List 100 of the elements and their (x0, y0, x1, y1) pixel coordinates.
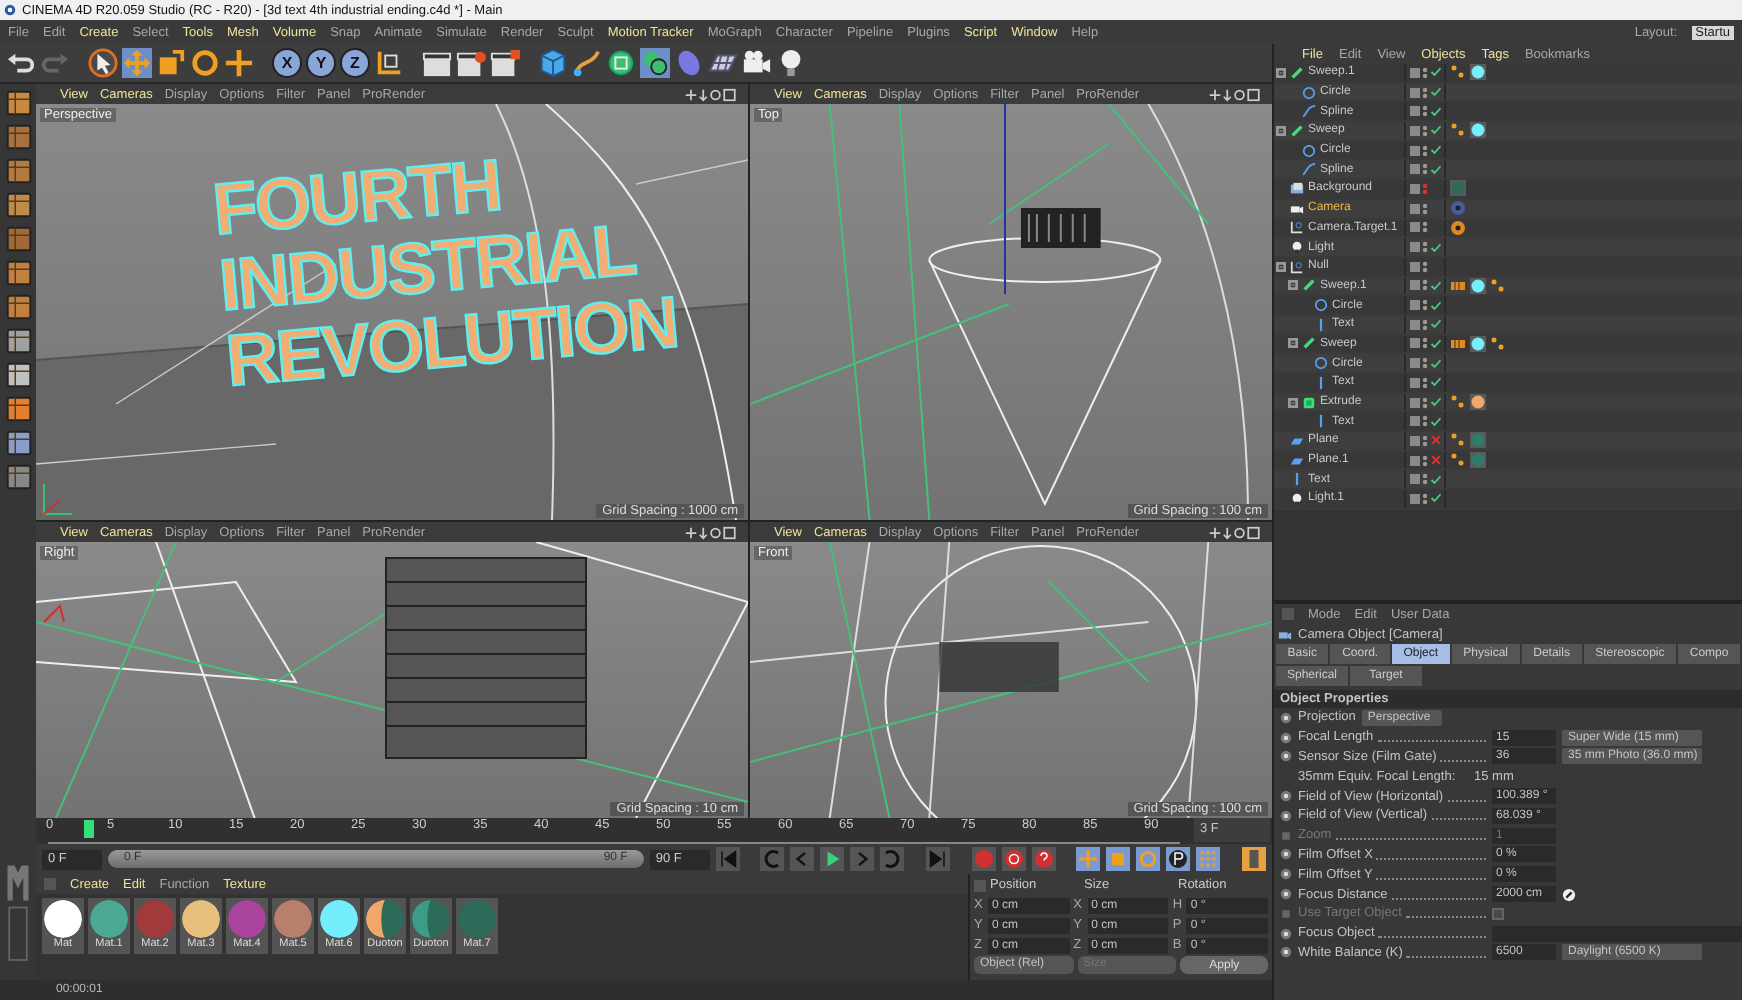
material-tag-icon[interactable] (1470, 394, 1486, 411)
skip-start-icon[interactable] (715, 846, 740, 872)
visibility-dots-icon[interactable] (1422, 298, 1428, 313)
scale-icon[interactable] (1106, 846, 1131, 872)
object-link-field[interactable] (1492, 925, 1742, 942)
viewport-controls-icon[interactable] (1206, 87, 1266, 101)
tag-icon[interactable] (1450, 200, 1466, 217)
dots-tag-icon[interactable] (1450, 432, 1466, 449)
cursor-icon[interactable] (88, 48, 118, 78)
visibility-dots-icon[interactable] (1422, 240, 1428, 255)
check-icon[interactable] (1430, 396, 1442, 409)
viewport-controls-icon[interactable] (682, 87, 742, 101)
check-icon[interactable] (1430, 376, 1442, 389)
check-icon[interactable] (1430, 124, 1442, 137)
dots-grid-icon[interactable] (1196, 846, 1221, 872)
visibility-dots-icon[interactable] (1422, 414, 1428, 429)
deformer-icon[interactable] (674, 48, 704, 78)
clapperboard-icon[interactable] (456, 48, 486, 78)
check-icon[interactable] (1430, 492, 1442, 505)
visibility-dots-icon[interactable] (1422, 356, 1428, 371)
playhead[interactable] (84, 820, 95, 838)
check-icon[interactable] (1430, 105, 1442, 118)
collapse-icon[interactable] (1288, 280, 1298, 291)
rewind-icon[interactable] (760, 846, 785, 872)
undo-icon[interactable] (6, 48, 36, 78)
keyframe-icon[interactable] (1241, 846, 1266, 872)
bulb-icon[interactable] (776, 48, 806, 78)
camera-icon[interactable] (742, 48, 772, 78)
material-tag-icon[interactable] (1470, 64, 1486, 81)
dots-tag-icon[interactable] (1450, 452, 1466, 469)
check-icon[interactable] (1430, 163, 1442, 176)
visibility-dots-icon[interactable] (1422, 395, 1428, 410)
loop-icon[interactable] (880, 846, 905, 872)
check-icon[interactable] (1430, 299, 1442, 312)
subdivision-icon[interactable] (606, 48, 636, 78)
visibility-dots-icon[interactable] (1422, 201, 1428, 216)
cross-icon[interactable] (1430, 434, 1442, 447)
play-icon[interactable] (820, 846, 845, 872)
visibility-dots-icon[interactable] (1422, 259, 1428, 274)
visibility-dots-icon[interactable] (1422, 123, 1428, 138)
scale-icon[interactable] (156, 48, 186, 78)
array-icon[interactable] (640, 48, 670, 78)
visibility-dots-icon[interactable] (1422, 472, 1428, 487)
visibility-dots-icon[interactable] (1422, 453, 1428, 468)
parameter-icon[interactable] (1166, 846, 1191, 872)
grid-icon[interactable] (3, 428, 33, 458)
check-icon[interactable] (1430, 241, 1442, 254)
visibility-dots-icon[interactable] (1422, 220, 1428, 235)
visibility-dots-icon[interactable] (1422, 375, 1428, 390)
axis-button[interactable]: Z (340, 48, 370, 78)
axis-button[interactable]: X (272, 48, 302, 78)
visibility-dots-icon[interactable] (1422, 143, 1428, 158)
visibility-dots-icon[interactable] (1422, 104, 1428, 119)
collapse-icon[interactable] (1288, 397, 1298, 408)
check-icon[interactable] (1430, 144, 1442, 157)
visibility-dots-icon[interactable] (1422, 65, 1428, 80)
pen-icon[interactable] (572, 48, 602, 78)
collapse-icon[interactable] (1276, 125, 1286, 136)
dots-tag-icon[interactable] (1490, 277, 1506, 294)
step-forward-icon[interactable] (850, 846, 875, 872)
visibility-dots-icon[interactable] (1422, 85, 1428, 100)
check-icon[interactable] (1430, 279, 1442, 292)
move-icon[interactable] (224, 48, 254, 78)
checker-tag-icon[interactable] (1450, 335, 1466, 352)
move-icon[interactable] (1076, 846, 1101, 872)
check-icon[interactable] (1430, 86, 1442, 99)
grid-icon[interactable] (3, 462, 33, 492)
dots-tag-icon[interactable] (1450, 122, 1466, 139)
step-back-icon[interactable] (790, 846, 815, 872)
visibility-dots-icon[interactable] (1422, 433, 1428, 448)
collapse-icon[interactable] (1276, 261, 1286, 272)
coordinate-icon[interactable] (374, 48, 404, 78)
material-tag-icon[interactable] (1470, 122, 1486, 139)
dots-tag-icon[interactable] (1450, 394, 1466, 411)
check-icon[interactable] (1430, 337, 1442, 350)
viewport-controls-icon[interactable] (1206, 525, 1266, 539)
check-icon[interactable] (1430, 415, 1442, 428)
clapperboard-icon[interactable] (490, 48, 520, 78)
help-icon[interactable] (1031, 846, 1056, 872)
dots-tag-icon[interactable] (1450, 64, 1466, 81)
visibility-dots-icon[interactable] (1422, 278, 1428, 293)
check-icon[interactable] (1430, 318, 1442, 331)
visibility-dots-icon[interactable] (1422, 162, 1428, 177)
collapse-icon[interactable] (1288, 338, 1298, 349)
tag-icon[interactable] (1450, 219, 1466, 236)
checker-tag-icon[interactable] (1450, 277, 1466, 294)
dots-tag-icon[interactable] (1490, 335, 1506, 352)
check-icon[interactable] (1430, 66, 1442, 79)
visibility-dots-icon[interactable] (1422, 317, 1428, 332)
visibility-dots-icon[interactable] (1422, 336, 1428, 351)
check-icon[interactable] (1430, 357, 1442, 370)
clapperboard-icon[interactable] (422, 48, 452, 78)
eyedropper-icon[interactable] (1562, 887, 1576, 902)
viewport-controls-icon[interactable] (682, 525, 742, 539)
check-icon[interactable] (1430, 473, 1442, 486)
record-icon[interactable] (1001, 846, 1026, 872)
cross-icon[interactable] (1430, 454, 1442, 467)
visibility-dots-icon[interactable] (1422, 491, 1428, 506)
visibility-dots-icon[interactable] (1422, 181, 1428, 196)
axis-button[interactable]: Y (306, 48, 336, 78)
